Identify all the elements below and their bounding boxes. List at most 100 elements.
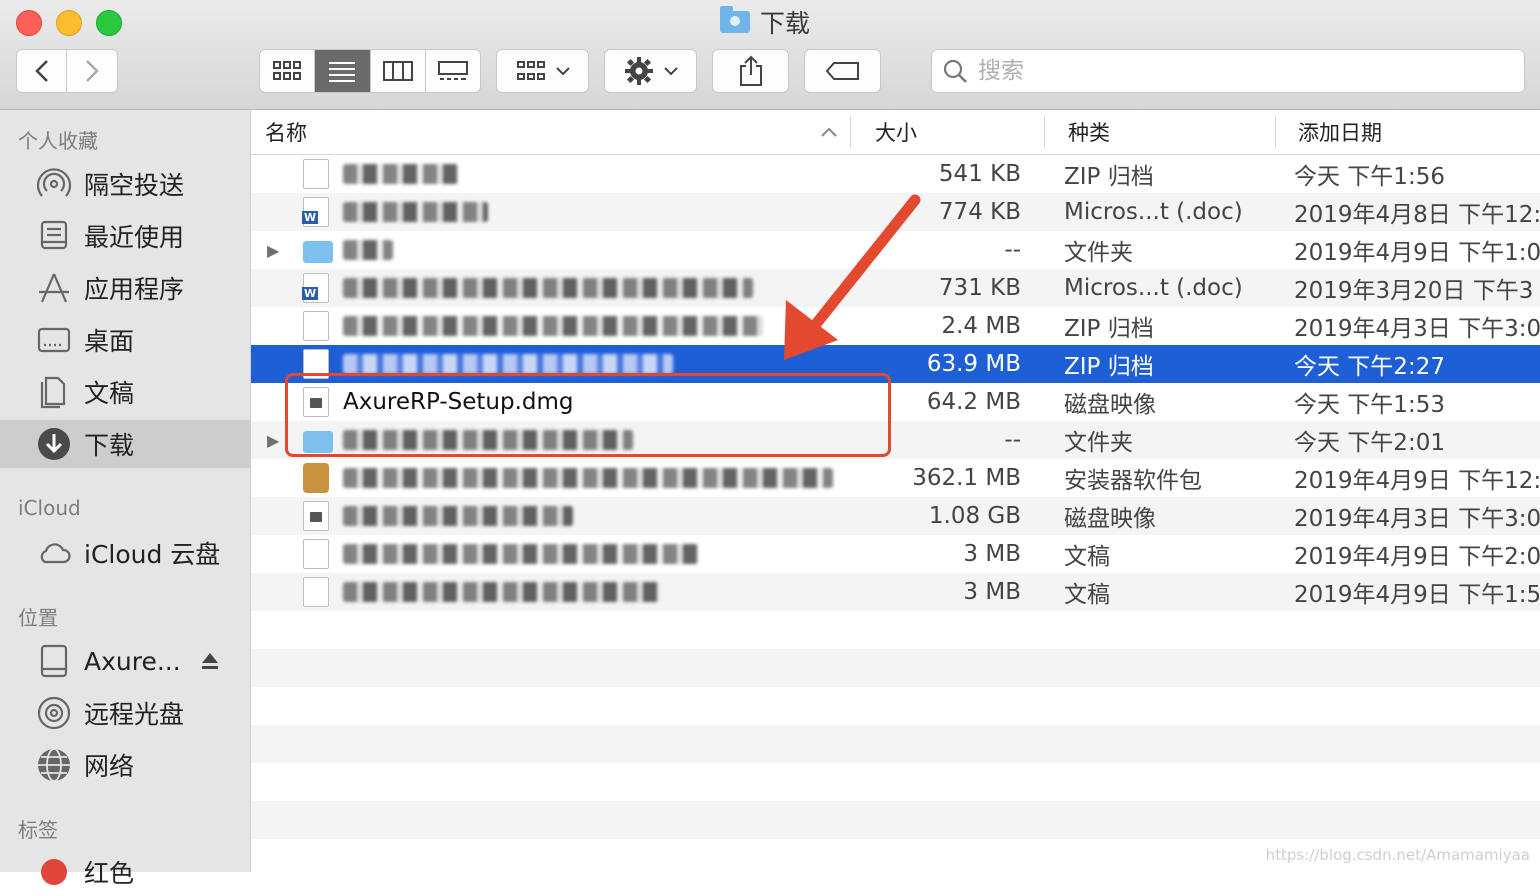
word-document-icon: W bbox=[302, 273, 329, 303]
disk-icon bbox=[36, 643, 72, 679]
file-kind: ZIP 归档 bbox=[1064, 316, 1154, 342]
file-kind: 磁盘映像 bbox=[1064, 392, 1156, 418]
redacted-file-name bbox=[343, 468, 833, 488]
sidebar-item-applications[interactable]: 应用程序 bbox=[0, 264, 250, 312]
column-header-name-label: 名称 bbox=[265, 121, 307, 145]
column-header-name[interactable]: 名称 bbox=[265, 110, 845, 154]
sidebar-item-airdrop[interactable]: 隔空投送 bbox=[0, 160, 250, 208]
redacted-file-name bbox=[343, 354, 673, 374]
sidebar-item-recents[interactable]: 最近使用 bbox=[0, 212, 250, 260]
sidebar-item-label: 网络 bbox=[84, 752, 135, 781]
file-kind: 文件夹 bbox=[1064, 430, 1133, 456]
column-header-date[interactable]: 添加日期 bbox=[1298, 110, 1382, 154]
file-date-added: 今天 下午1:53 bbox=[1294, 392, 1445, 418]
file-kind: 文稿 bbox=[1064, 582, 1110, 608]
file-list: 名称 大小 种类 添加日期 541 KB ZIP 归档 今天 下午1:56 W 774 … bbox=[251, 110, 1540, 872]
disclosure-triangle-icon[interactable]: ▶ bbox=[267, 231, 279, 269]
sidebar-item-label: Axure... bbox=[84, 646, 181, 676]
file-row[interactable]: ▶ -- 文件夹 2019年4月9日 下午1:0 bbox=[251, 231, 1540, 269]
sidebar-item-label: 最近使用 bbox=[84, 223, 185, 252]
package-icon bbox=[303, 463, 329, 493]
file-row[interactable]: 1.08 GB 磁盘映像 2019年4月3日 下午3:0 bbox=[251, 497, 1540, 535]
chevron-right-icon bbox=[86, 60, 99, 82]
search-input[interactable] bbox=[976, 57, 1480, 85]
empty-row bbox=[251, 687, 1540, 725]
file-date-added: 2019年3月20日 下午3 bbox=[1294, 278, 1534, 304]
search-field[interactable] bbox=[931, 49, 1525, 93]
file-size: 2.4 MB bbox=[941, 313, 1021, 339]
disclosure-triangle-icon[interactable]: ▶ bbox=[267, 421, 279, 459]
file-name bbox=[343, 269, 753, 307]
icon-view-button[interactable] bbox=[260, 50, 316, 92]
folder-icon bbox=[303, 241, 333, 263]
sidebar-item-axure-disk[interactable]: Axure... bbox=[0, 637, 250, 685]
column-divider[interactable] bbox=[850, 116, 851, 148]
file-name bbox=[343, 459, 833, 497]
zip-archive-icon bbox=[303, 159, 329, 189]
chevron-left-icon bbox=[34, 60, 48, 82]
file-row[interactable]: 3 MB 文稿 2019年4月9日 下午1:5 bbox=[251, 573, 1540, 611]
file-date-added: 今天 下午1:56 bbox=[1294, 164, 1445, 190]
eject-icon[interactable] bbox=[200, 651, 220, 671]
column-divider[interactable] bbox=[1275, 116, 1276, 148]
back-button[interactable] bbox=[16, 49, 67, 93]
view-mode-selector bbox=[259, 49, 481, 93]
columns-icon bbox=[382, 61, 413, 81]
annotation-highlight-box bbox=[285, 373, 891, 457]
icon-grid-icon bbox=[273, 61, 302, 80]
file-kind: Micros...t (.doc) bbox=[1064, 275, 1243, 301]
file-row[interactable]: 3 MB 文稿 2019年4月9日 下午2:0 bbox=[251, 535, 1540, 573]
group-by-button[interactable] bbox=[496, 49, 589, 93]
column-header-row: 名称 大小 种类 添加日期 bbox=[251, 110, 1540, 155]
empty-row bbox=[251, 725, 1540, 763]
file-row[interactable]: 2.4 MB ZIP 归档 2019年4月3日 下午3:0 bbox=[251, 307, 1540, 345]
file-name bbox=[343, 573, 663, 611]
file-date-added: 今天 下午2:27 bbox=[1294, 354, 1445, 380]
file-name bbox=[343, 307, 763, 345]
sidebar-item-documents[interactable]: 文稿 bbox=[0, 368, 250, 416]
file-size: 774 KB bbox=[938, 199, 1021, 225]
file-row[interactable]: W 774 KB Micros...t (.doc) 2019年4月8日 下午12: bbox=[251, 193, 1540, 231]
sidebar-item-label: 隔空投送 bbox=[84, 171, 185, 200]
file-row[interactable]: 541 KB ZIP 归档 今天 下午1:56 bbox=[251, 155, 1540, 193]
gallery-view-button[interactable] bbox=[426, 50, 480, 92]
sidebar-item-remote-disc[interactable]: 远程光盘 bbox=[0, 689, 250, 737]
column-view-button[interactable] bbox=[371, 50, 426, 92]
share-button[interactable] bbox=[712, 49, 789, 93]
file-name bbox=[343, 497, 573, 535]
document-icon bbox=[303, 577, 329, 607]
sidebar-item-label: 桌面 bbox=[84, 327, 135, 356]
file-row[interactable]: W 731 KB Micros...t (.doc) 2019年3月20日 下午3 bbox=[251, 269, 1540, 307]
zoom-window-button[interactable] bbox=[96, 10, 122, 36]
window-title-text: 下载 bbox=[760, 9, 811, 38]
sidebar-item-desktop[interactable]: 桌面 bbox=[0, 316, 250, 364]
file-kind: 文稿 bbox=[1064, 544, 1110, 570]
sidebar: 个人收藏 隔空投送 最近使用 应用程序 桌面 文稿 下载 iCloud iClo… bbox=[0, 110, 251, 888]
sidebar-item-icloud-drive[interactable]: iCloud 云盘 bbox=[0, 529, 250, 577]
list-icon bbox=[329, 62, 356, 82]
action-menu-button[interactable] bbox=[604, 49, 697, 93]
redacted-file-name bbox=[343, 240, 393, 260]
sidebar-item-downloads[interactable]: 下载 bbox=[0, 420, 250, 468]
forward-button[interactable] bbox=[66, 49, 118, 93]
documents-icon bbox=[36, 374, 72, 410]
close-window-button[interactable] bbox=[16, 10, 42, 36]
column-divider[interactable] bbox=[1044, 116, 1045, 148]
file-row[interactable]: 362.1 MB 安装器软件包 2019年4月9日 下午12: bbox=[251, 459, 1540, 497]
empty-row bbox=[251, 763, 1540, 801]
file-rows: 541 KB ZIP 归档 今天 下午1:56 W 774 KB Micros...t (… bbox=[251, 155, 1540, 872]
group-grid-icon bbox=[516, 61, 545, 80]
sidebar-item-tag-red[interactable]: 红色 bbox=[0, 848, 250, 896]
file-date-added: 2019年4月9日 下午1:0 bbox=[1294, 240, 1540, 266]
desktop-icon bbox=[36, 322, 72, 358]
sidebar-section-locations: 位置 bbox=[18, 606, 58, 630]
sidebar-item-network[interactable]: 网络 bbox=[0, 741, 250, 789]
column-header-size[interactable]: 大小 bbox=[875, 110, 917, 154]
list-view-button[interactable] bbox=[315, 50, 371, 92]
column-header-kind[interactable]: 种类 bbox=[1068, 110, 1110, 154]
share-icon bbox=[739, 55, 762, 86]
file-size: -- bbox=[1004, 237, 1021, 263]
minimize-window-button[interactable] bbox=[56, 10, 82, 36]
edit-tags-button[interactable] bbox=[804, 49, 881, 93]
redacted-file-name bbox=[343, 544, 698, 564]
